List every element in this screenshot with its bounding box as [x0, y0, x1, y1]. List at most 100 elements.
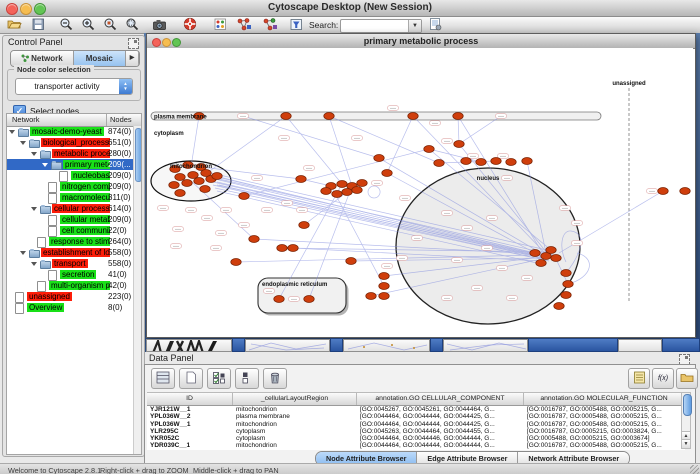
tree-expand-icon[interactable] — [9, 130, 15, 134]
unselect-attributes-icon[interactable] — [235, 368, 259, 389]
tree-row[interactable]: establishment of lo558(0) — [7, 247, 141, 258]
save-session-icon[interactable] — [29, 17, 47, 32]
scroll-down-icon[interactable]: ▼ — [682, 439, 690, 448]
graph-node[interactable] — [239, 193, 249, 200]
graph-node[interactable] — [476, 159, 486, 166]
graph-node[interactable] — [175, 190, 185, 197]
graph-node[interactable] — [491, 158, 501, 165]
tab-mosaic[interactable]: Mosaic — [74, 51, 127, 66]
tree-row[interactable]: nucleobase-209(0) — [7, 170, 141, 181]
graph-node[interactable] — [346, 258, 356, 265]
graph-node[interactable] — [175, 174, 185, 181]
graph-node[interactable] — [337, 181, 347, 188]
table-column-header[interactable]: ID — [147, 393, 233, 405]
graph-node[interactable] — [546, 247, 556, 254]
tree-row[interactable]: multi-organism pro42(0) — [7, 280, 141, 291]
graph-node[interactable] — [506, 159, 516, 166]
table-row[interactable]: YJR121W__1mitochondrion[GO:0045267, GO:0… — [147, 406, 685, 413]
graph-node[interactable] — [530, 250, 540, 257]
float-panel-icon[interactable] — [128, 38, 139, 49]
search-input[interactable] — [342, 20, 408, 32]
graph-node[interactable] — [366, 293, 376, 300]
graph-node[interactable] — [658, 188, 668, 195]
tree-row[interactable]: cellular metabo209(0) — [7, 214, 141, 225]
tree-row[interactable]: metabolic process280(0) — [7, 148, 141, 159]
graph-node[interactable] — [249, 236, 259, 243]
graph-node[interactable] — [342, 189, 352, 196]
graph-node[interactable] — [357, 180, 367, 187]
annotations-icon[interactable] — [211, 17, 229, 32]
graph-node[interactable] — [536, 260, 546, 267]
delete-attribute-icon[interactable] — [263, 368, 287, 389]
network-window-titlebar[interactable]: primary metabolic process — [147, 34, 695, 49]
graph-node[interactable] — [522, 158, 532, 165]
help-lifering-icon[interactable] — [181, 17, 199, 32]
window-titlebar[interactable]: Cytoscape Desktop (New Session) — [0, 0, 700, 17]
tree-row[interactable]: biological_process651(0) — [7, 137, 141, 148]
tree-row[interactable]: unassigned223(0) — [7, 291, 141, 302]
select-attributes-icon[interactable] — [207, 368, 231, 389]
tab-network[interactable]: Network — [11, 51, 74, 66]
filters-icon[interactable] — [287, 17, 305, 32]
open-session-icon[interactable] — [5, 17, 23, 32]
zoom-selected-icon[interactable] — [101, 17, 119, 32]
create-attribute-icon[interactable] — [179, 368, 203, 389]
graph-node[interactable] — [563, 281, 573, 288]
tree-row[interactable]: cellular process614(0) — [7, 203, 141, 214]
import-attributes-icon[interactable] — [676, 368, 698, 389]
tree-expand-icon[interactable] — [31, 152, 37, 156]
graph-node[interactable] — [561, 270, 571, 277]
table-column-header[interactable]: annotation.GO MOLECULAR_FUNCTION — [524, 393, 685, 405]
graph-node[interactable] — [554, 303, 564, 310]
graph-node[interactable] — [321, 188, 331, 195]
tree-expand-icon[interactable] — [20, 141, 26, 145]
search-dropdown-arrow-icon[interactable]: ▼ — [408, 20, 421, 32]
tree-row[interactable]: nitrogen compo209(0) — [7, 181, 141, 192]
tree-row[interactable]: secretion41(0) — [7, 269, 141, 280]
tree-row[interactable]: Overview8(0) — [7, 302, 141, 313]
graph-node[interactable] — [231, 259, 241, 266]
graph-node[interactable] — [274, 296, 284, 303]
graph-node[interactable] — [434, 160, 444, 167]
graph-node[interactable] — [194, 178, 204, 185]
network-canvas[interactable]: plasma membranecytoplasmmitochondrionnuc… — [147, 48, 693, 335]
table-vertical-scrollbar[interactable]: ▲ ▼ — [681, 392, 691, 449]
graph-node[interactable] — [561, 292, 571, 299]
graph-node[interactable] — [454, 141, 464, 148]
graph-node[interactable] — [453, 113, 463, 120]
graph-node[interactable] — [304, 296, 314, 303]
tree-row[interactable]: primary metabo209(... — [7, 159, 141, 170]
table-row[interactable]: YPL036W__2plasma membrane[GO:0044464, GO… — [147, 413, 685, 420]
table-column-header[interactable]: annotation.GO CELLULAR_COMPONENT — [357, 393, 524, 405]
graph-node[interactable] — [379, 293, 389, 300]
modify-network-icon[interactable] — [261, 17, 279, 32]
graph-node[interactable] — [200, 186, 210, 193]
tree-expand-icon[interactable] — [42, 163, 48, 167]
zoom-fit-icon[interactable] — [123, 17, 141, 32]
graph-node[interactable] — [461, 158, 471, 165]
tree-row[interactable]: response to stimulu264(0) — [7, 236, 141, 247]
tree-row[interactable]: transport558(0) — [7, 258, 141, 269]
graph-node[interactable] — [424, 146, 434, 153]
search-combobox[interactable]: ▼ — [340, 19, 422, 33]
node-color-dropdown[interactable]: transporter activity ▲▼ — [15, 78, 133, 95]
graph-node[interactable] — [374, 155, 384, 162]
zoom-in-icon[interactable] — [79, 17, 97, 32]
attribute-notes-icon[interactable] — [628, 368, 650, 389]
snapshot-camera-icon[interactable] — [151, 17, 169, 32]
network-view-window[interactable]: primary metabolic process plasma membran… — [146, 33, 696, 338]
tree-row[interactable]: macromolecule311(0) — [7, 192, 141, 203]
table-row[interactable]: YDR039C__1mitochondrion[GO:0044464, GO:0… — [147, 442, 685, 449]
graph-node[interactable] — [379, 273, 389, 280]
graph-node[interactable] — [382, 170, 392, 177]
graph-node[interactable] — [281, 113, 291, 120]
graph-node[interactable] — [324, 113, 334, 120]
graph-node[interactable] — [169, 182, 179, 189]
attribute-table-header[interactable]: ID_cellularLayoutRegionannotation.GO CEL… — [147, 392, 685, 406]
graph-node[interactable] — [296, 176, 306, 183]
resize-grip[interactable] — [690, 465, 699, 474]
table-column-header[interactable]: _cellularLayoutRegion — [233, 393, 357, 405]
network-graph[interactable]: plasma membranecytoplasmmitochondrionnuc… — [147, 48, 693, 335]
tree-row[interactable]: cell communicat22(0) — [7, 225, 141, 236]
graph-node[interactable] — [277, 245, 287, 252]
